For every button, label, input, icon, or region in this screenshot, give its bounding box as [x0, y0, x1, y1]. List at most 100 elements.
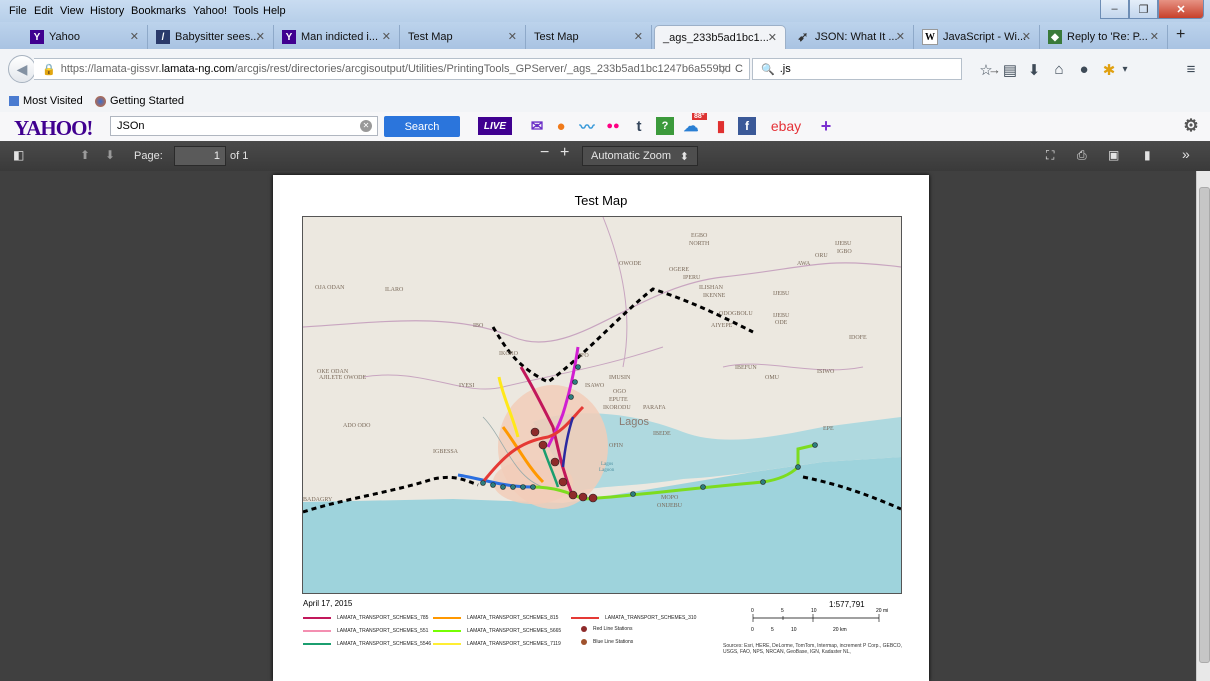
tab-javascript-wiki[interactable]: W JavaScript - Wi... ✕	[914, 25, 1040, 49]
window-controls: – ❐ ✕	[1100, 0, 1204, 19]
svg-text:IJEBU: IJEBU	[773, 291, 790, 297]
scrollbar-thumb[interactable]	[1199, 187, 1210, 663]
menu-bookmarks[interactable]: Bookmarks	[131, 5, 186, 17]
legend-item: LAMATA_TRANSPORT_SCHEMES_5665	[433, 628, 561, 634]
tab-close-icon[interactable]: ✕	[634, 30, 643, 43]
svg-text:Lagoon: Lagoon	[599, 468, 615, 473]
tab-test-map-1[interactable]: Test Map ✕	[400, 25, 526, 49]
svg-text:EPE: EPE	[823, 426, 834, 432]
tab-json[interactable]: ➹ JSON: What It ... ✕	[788, 25, 914, 49]
hamburger-menu-icon[interactable]: ≡	[1182, 61, 1200, 78]
page-number-input[interactable]: 1	[174, 146, 226, 166]
live-icon[interactable]: LIVE	[478, 117, 512, 135]
reading-list-icon[interactable]: ▤	[1001, 61, 1019, 79]
tab-close-icon[interactable]: ✕	[130, 30, 139, 43]
url-bar[interactable]: 🔒 https://lamata-gissvr. lamata-ng.com/ar…	[34, 58, 750, 80]
previous-page-icon[interactable]: ⬆	[80, 148, 90, 162]
tab-reply[interactable]: ◆ Reply to 'Re: P... ✕	[1040, 25, 1168, 49]
svg-text:IBO: IBO	[473, 323, 484, 329]
new-tab-button[interactable]: +	[1176, 26, 1185, 44]
svg-text:OWODE: OWODE	[619, 261, 642, 267]
menu-tools[interactable]: Tools	[233, 5, 259, 17]
menu-view[interactable]: View	[60, 5, 84, 17]
tab-close-icon[interactable]: ✕	[256, 30, 265, 43]
tumblr-icon[interactable]: t	[630, 117, 648, 135]
add-icon[interactable]: +	[817, 116, 835, 136]
map-image: EGBO NORTH OWODE OGERE IPERU ILISHAN IKENNE I…	[302, 216, 902, 594]
menu-history[interactable]: History	[90, 5, 124, 17]
yahoo-search-button[interactable]: Search	[384, 116, 460, 137]
sidebar-toggle-icon[interactable]: ◧	[13, 148, 24, 162]
legend-swatch	[303, 630, 331, 632]
menu-edit[interactable]: Edit	[34, 5, 53, 17]
tab-close-icon[interactable]: ✕	[1022, 30, 1031, 43]
presentation-mode-icon[interactable]: ⛶	[1046, 148, 1054, 163]
reload-icon[interactable]: C	[735, 63, 743, 75]
legend-label: LAMATA_TRANSPORT_SCHEMES_5546	[337, 641, 432, 647]
menu-file[interactable]: File	[9, 5, 27, 17]
bookmark-most-visited[interactable]: Most Visited	[9, 95, 83, 107]
mail-icon[interactable]: ✉	[528, 117, 546, 135]
tab-test-map-2[interactable]: Test Map ✕	[526, 25, 652, 49]
legend-item: Blue Line Stations	[571, 639, 633, 645]
back-button[interactable]: ◀	[8, 55, 36, 83]
flickr-icon[interactable]: ●●	[604, 117, 622, 135]
download-pdf-icon[interactable]: ▣	[1108, 148, 1119, 162]
download-icon[interactable]: ⬇	[1025, 61, 1043, 79]
legend-item: Red Line Stations	[571, 626, 632, 632]
ebay-icon[interactable]: ebay	[766, 117, 806, 135]
answers-icon[interactable]: ?	[656, 117, 674, 135]
home-icon[interactable]: ⌂	[1050, 61, 1068, 78]
zoom-in-icon[interactable]: +	[560, 144, 569, 162]
tab-yahoo[interactable]: Y Yahoo ✕	[22, 25, 148, 49]
next-page-icon[interactable]: ⬇	[105, 148, 115, 162]
restore-icon: ❐	[1138, 3, 1149, 16]
tools-expand-icon[interactable]: »	[1182, 146, 1190, 162]
tab-close-icon[interactable]: ✕	[382, 30, 391, 43]
vertical-scrollbar[interactable]	[1196, 171, 1210, 681]
yahoo-logo[interactable]: YAHOO!	[14, 116, 93, 141]
finance-icon[interactable]: 〰	[578, 117, 596, 136]
addon-dropdown-icon[interactable]: ▾	[1116, 64, 1134, 75]
tab-close-icon[interactable]: ✕	[1150, 30, 1159, 43]
chat-icon[interactable]: ●	[1075, 61, 1093, 78]
search-input[interactable]: 🔍 .js →	[752, 58, 1001, 80]
yahoo-icon: Y	[282, 30, 296, 44]
zoom-select[interactable]: Automatic Zoom ⬍	[582, 146, 698, 166]
map-sources: Sources: Esri, HERE, DeLorme, TomTom, In…	[723, 643, 903, 655]
restore-button[interactable]: ❐	[1129, 0, 1158, 19]
print-icon[interactable]: ⎙	[1077, 148, 1087, 163]
menu-help[interactable]: Help	[263, 5, 286, 17]
settings-gear-icon[interactable]: ⚙	[1182, 116, 1200, 135]
legend-label: LAMATA_TRANSPORT_SCHEMES_5665	[467, 628, 562, 634]
yahoo-search-input[interactable]: JSOn ✕	[110, 116, 378, 136]
menu-yahoo[interactable]: Yahoo!	[193, 5, 227, 17]
tab-label: Yahoo	[49, 31, 80, 43]
clear-icon[interactable]: ✕	[360, 120, 372, 132]
dropdown-icon[interactable]: ▽	[719, 63, 727, 76]
tab-man-indicted[interactable]: Y Man indicted i... ✕	[274, 25, 400, 49]
map-graphic: EGBO NORTH OWODE OGERE IPERU ILISHAN IKENNE I…	[303, 217, 901, 593]
svg-text:ODE: ODE	[775, 320, 788, 326]
svg-text:IKORO: IKORO	[499, 351, 519, 357]
bookmark-star-icon[interactable]: ☆	[977, 61, 995, 79]
legend-label: LAMATA_TRANSPORT_SCHEMES_785	[337, 615, 429, 621]
tab-close-icon[interactable]: ✕	[508, 30, 517, 43]
svg-text:OFIN: OFIN	[609, 443, 624, 449]
close-window-button[interactable]: ✕	[1158, 0, 1204, 19]
bookmark-view-icon[interactable]: ▮	[1144, 148, 1151, 162]
tab-babysitter[interactable]: / Babysitter sees... ✕	[148, 25, 274, 49]
zoom-out-icon[interactable]: −	[540, 144, 549, 162]
minimize-button[interactable]: –	[1100, 0, 1129, 19]
scale-km-5: 5	[771, 627, 774, 633]
svg-text:IJEBU: IJEBU	[835, 241, 852, 247]
bookmark-ribbon-icon[interactable]: ▮	[712, 117, 730, 135]
back-arrow-icon: ◀	[16, 60, 28, 77]
weather-icon[interactable]: ☁ 88°	[682, 113, 707, 135]
basketball-icon[interactable]: ●	[552, 117, 570, 135]
tab-close-icon[interactable]: ✕	[768, 31, 777, 44]
bookmark-getting-started[interactable]: Getting Started	[95, 95, 184, 107]
facebook-icon[interactable]: f	[738, 117, 756, 135]
tab-close-icon[interactable]: ✕	[896, 30, 905, 43]
tab-ags-active[interactable]: _ags_233b5ad1bc1... ✕	[654, 25, 786, 49]
